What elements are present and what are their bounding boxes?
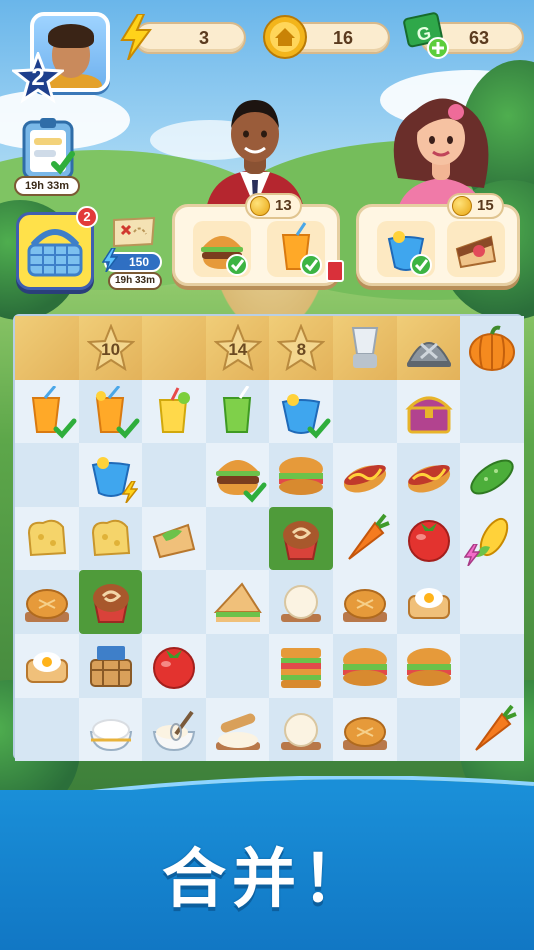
map-energy-bolt-icon (101, 247, 119, 273)
board-item-orange-juice[interactable] (78, 379, 143, 444)
order-card-1[interactable]: 13 (172, 193, 340, 286)
board-item-corn[interactable] (460, 506, 524, 571)
board-item-tomato[interactable] (396, 506, 461, 571)
board-item-egg-toast[interactable] (396, 570, 461, 634)
order-2-reward: 15 (447, 193, 504, 219)
map-energy-value: 150 (128, 255, 150, 269)
board-item-picnic-basket[interactable] (78, 634, 143, 698)
empty-cell[interactable] (460, 379, 524, 444)
board-item-cucumber[interactable] (460, 443, 524, 507)
board-item-blue-cocktail[interactable] (269, 379, 333, 444)
board-item-green-juice[interactable] (205, 379, 270, 444)
board-item-muffin[interactable] (269, 506, 333, 571)
order-2-cake-slice (447, 221, 505, 277)
board-item-club-sandwich[interactable] (269, 634, 333, 698)
order-1-reward: 13 (245, 193, 302, 219)
board-item-sub-sandwich[interactable] (333, 634, 397, 698)
board-item-burger[interactable] (205, 443, 270, 507)
tasks-button[interactable] (16, 118, 80, 182)
board-item-egg-toast[interactable] (15, 634, 79, 698)
board-item-blue-cocktail[interactable] (78, 443, 143, 507)
order-ticket-icon (326, 260, 344, 282)
board-item-hotdog[interactable] (396, 443, 461, 507)
board-item-pumpkin[interactable] (460, 316, 524, 380)
board-item-rolling-pin-dough[interactable] (205, 697, 270, 762)
locked-cell[interactable]: 10 (78, 316, 143, 380)
board-item-orange-juice[interactable] (15, 379, 79, 444)
empty-cell[interactable] (205, 506, 270, 571)
order-2-blue-cocktail (377, 221, 435, 277)
order-card-2[interactable]: 15 (356, 193, 520, 286)
board-item-bread-roll[interactable] (333, 697, 397, 762)
board-item-blender[interactable] (333, 316, 397, 380)
locked-cell[interactable] (15, 316, 79, 380)
board-item-tomato[interactable] (142, 634, 206, 698)
empty-cell[interactable] (333, 379, 397, 444)
lock-value: 14 (228, 340, 248, 359)
player-level: 2 (31, 64, 45, 91)
board-item-sandwich-triangle[interactable] (205, 570, 270, 634)
board-item-lemonade[interactable] (142, 379, 206, 444)
locked-cell[interactable]: 8 (269, 316, 333, 380)
empty-cell[interactable] (142, 570, 206, 634)
merge-slogan: 合并！ (162, 843, 372, 917)
coin-icon (262, 14, 308, 60)
board-item-carrot[interactable] (460, 697, 524, 762)
empty-cell[interactable] (15, 697, 79, 762)
level-badge: 2 (12, 52, 64, 104)
locked-cell[interactable] (142, 316, 206, 380)
board-item-hotdog[interactable] (333, 443, 397, 507)
order-1-orange-juice (267, 221, 325, 277)
lock-value: 8 (296, 340, 307, 359)
map-timer: 19h 33m (108, 272, 162, 290)
empty-cell[interactable] (396, 697, 461, 762)
merge-board: 10 14 8 (13, 314, 524, 762)
energy-bolt-icon (118, 13, 154, 61)
board-item-dough-ball[interactable] (269, 697, 333, 762)
empty-cell[interactable] (460, 570, 524, 634)
board-item-muffin[interactable] (78, 570, 143, 634)
board-item-bread-roll[interactable] (15, 570, 79, 634)
board-item-sub-sandwich[interactable] (396, 634, 461, 698)
board-item-cheese-toast[interactable] (78, 506, 143, 571)
board-item-sub-sandwich[interactable] (269, 443, 333, 507)
board-item-flour-bowl[interactable] (78, 697, 143, 762)
empty-cell[interactable] (15, 443, 79, 507)
tasks-timer: 19h 33m (14, 176, 80, 196)
board-item-dough-ball[interactable] (269, 570, 333, 634)
board-item-bread-roll[interactable] (333, 570, 397, 634)
lock-value: 10 (101, 340, 121, 359)
basket-notification-badge: 2 (76, 206, 98, 228)
board-item-lettuce-toast[interactable] (142, 506, 206, 571)
order-1-burger (193, 221, 251, 277)
board-item-cloche[interactable] (396, 316, 461, 380)
locked-cell[interactable]: 14 (205, 316, 270, 380)
cash-icon: G (402, 12, 450, 60)
board-item-treasure-chest[interactable] (396, 379, 461, 444)
empty-cell[interactable] (142, 443, 206, 507)
board-item-carrot[interactable] (333, 506, 397, 571)
empty-cell[interactable] (460, 634, 524, 698)
empty-cell[interactable] (205, 634, 270, 698)
board-item-whisk-bowl[interactable] (142, 697, 206, 762)
board-item-cheese-toast[interactable] (15, 506, 79, 571)
